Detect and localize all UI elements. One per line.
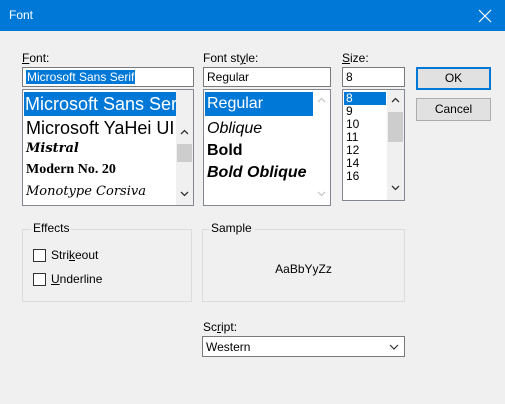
style-item-bold[interactable]: Bold [205,140,243,162]
size-item-16[interactable]: 16 [344,170,359,183]
size-list[interactable]: 8 9 10 11 12 14 16 [342,89,405,201]
style-item-regular[interactable]: Regular [205,92,313,116]
font-item-monotype-corsiva[interactable]: Monotype Corsiva [24,182,146,202]
sample-text: AaBbYyZz [275,262,332,276]
size-value: 8 [346,70,353,84]
font-list-scrollbar[interactable] [176,90,193,205]
chevron-down-icon [180,191,189,197]
chevron-up-icon [391,97,400,103]
style-item-oblique[interactable]: Oblique [205,118,262,140]
script-select[interactable]: Western [202,336,405,357]
script-label: Script: [203,320,238,334]
size-list-scroll-thumb[interactable] [388,112,403,142]
chevron-down-icon [389,344,399,350]
font-item-modern-no-20[interactable]: Modern No. 20 [24,160,116,180]
font-name-input[interactable]: Microsoft Sans Serif [22,67,194,87]
font-style-list[interactable]: Regular Oblique Bold Bold Oblique [203,89,331,206]
font-name-value: Microsoft Sans Serif [26,70,136,84]
underline-checkbox[interactable] [33,273,46,286]
font-item-mistral[interactable]: Mistral [24,140,79,158]
size-scroll-down[interactable] [387,180,404,197]
chevron-down-icon [317,191,326,197]
effects-group [22,229,192,302]
style-scroll-down [313,186,330,203]
font-label: Font: [22,51,50,65]
size-input[interactable]: 8 [342,67,405,87]
strikeout-label[interactable]: Strikeout [51,248,98,262]
font-list-scroll-up[interactable] [176,124,193,141]
font-item-microsoft-yahei-ui[interactable]: Microsoft YaHei UI [24,116,174,140]
size-label: Size: [342,51,369,65]
font-style-label: Font style: [203,51,259,65]
strikeout-checkbox[interactable] [33,249,46,262]
effects-label: Effects [31,221,72,235]
font-list[interactable]: Microsoft Sans Serif Microsoft YaHei UI … [22,89,194,206]
style-item-bold-oblique[interactable]: Bold Oblique [205,162,307,184]
style-scroll-up [313,92,330,109]
size-scroll-up[interactable] [387,92,404,109]
font-style-input[interactable]: Regular [203,67,331,87]
font-style-scrollbar [313,90,330,205]
close-button[interactable] [465,0,505,31]
sample-label: Sample [209,221,254,235]
cancel-button[interactable]: Cancel [416,98,491,121]
chevron-up-icon [317,97,326,103]
script-value: Western [206,340,251,354]
font-style-value: Regular [207,70,250,84]
font-list-scroll-thumb[interactable] [177,144,192,162]
chevron-up-icon [180,129,189,135]
ok-button[interactable]: OK [416,67,491,90]
chevron-down-icon [391,185,400,191]
window-title: Font [9,8,34,22]
close-icon [478,9,492,23]
font-item-microsoft-sans-serif[interactable]: Microsoft Sans Serif [24,92,186,116]
size-list-scrollbar[interactable] [387,90,404,200]
title-bar: Font [0,0,505,31]
underline-label[interactable]: Underline [51,272,102,286]
font-list-scroll-down[interactable] [176,186,193,203]
